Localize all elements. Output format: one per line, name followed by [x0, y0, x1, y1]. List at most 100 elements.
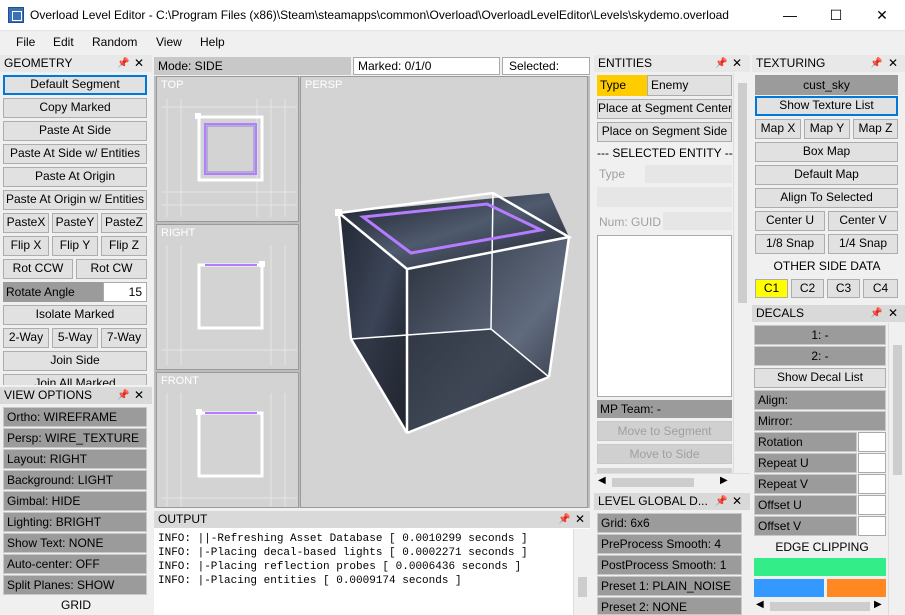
menu-edit[interactable]: Edit [53, 35, 74, 49]
decals-hscrollbar[interactable]: ◀ ▶ [752, 598, 888, 615]
menu-help[interactable]: Help [200, 35, 225, 49]
maximize-button[interactable]: ☐ [813, 0, 859, 31]
pin-icon[interactable]: 📌 [558, 511, 570, 528]
decal-repeat-u-input[interactable] [858, 453, 886, 473]
postprocess-smooth-button[interactable]: PostProcess Smooth: 1 [597, 555, 742, 575]
grid-size-button[interactable]: Grid: 6x6 [597, 513, 742, 533]
two-way-button[interactable]: 2-Way [3, 328, 49, 348]
top-viewport[interactable]: TOP [156, 76, 299, 222]
view-option-ortho[interactable]: Ortho: WIREFRAME [3, 407, 147, 427]
close-icon[interactable]: ✕ [134, 55, 144, 72]
default-segment-button[interactable]: Default Segment [3, 75, 147, 95]
decal-align-field[interactable]: Align: [754, 390, 886, 410]
place-segment-center-button[interactable]: Place at Segment Center [597, 99, 732, 119]
menu-view[interactable]: View [156, 35, 182, 49]
pin-icon[interactable]: 📌 [117, 387, 129, 404]
preset-2-button[interactable]: Preset 2: NONE [597, 597, 742, 615]
scroll-left-icon[interactable]: ◀ [598, 475, 606, 486]
map-z-button[interactable]: Map Z [853, 119, 898, 139]
map-y-button[interactable]: Map Y [804, 119, 850, 139]
scroll-thumb[interactable] [738, 83, 747, 303]
view-option-show-text[interactable]: Show Text: NONE [3, 533, 147, 553]
right-viewport[interactable]: RIGHT [156, 224, 299, 370]
paste-z-button[interactable]: PasteZ [101, 213, 147, 233]
move-to-segment-button[interactable]: Move to Segment [597, 421, 732, 441]
flip-z-button[interactable]: Flip Z [101, 236, 147, 256]
entities-hscrollbar[interactable]: ◀ ▶ [594, 473, 750, 490]
flip-x-button[interactable]: Flip X [3, 236, 49, 256]
preset-1-button[interactable]: Preset 1: PLAIN_NOISE [597, 576, 742, 596]
preprocess-smooth-button[interactable]: PreProcess Smooth: 4 [597, 534, 742, 554]
close-icon[interactable]: ✕ [134, 387, 144, 404]
center-u-button[interactable]: Center U [755, 211, 825, 231]
join-side-button[interactable]: Join Side [3, 351, 147, 371]
edge-clip-all-button[interactable] [754, 558, 886, 576]
join-all-marked-button[interactable]: Join All Marked [3, 374, 147, 385]
close-icon[interactable]: ✕ [732, 55, 742, 72]
decal-rotation-input[interactable] [858, 432, 886, 452]
decal-offset-v-input[interactable] [858, 516, 886, 536]
rotate-angle-input[interactable]: 15 [103, 282, 147, 302]
edge-clip-left-button[interactable] [754, 579, 824, 597]
place-segment-side-button[interactable]: Place on Segment Side [597, 122, 732, 142]
pin-icon[interactable]: 📌 [715, 493, 727, 510]
c2-button[interactable]: C2 [791, 279, 824, 298]
rot-ccw-button[interactable]: Rot CCW [3, 259, 73, 279]
entities-scrollbar[interactable] [733, 73, 750, 491]
guid-field[interactable] [663, 212, 732, 230]
paste-x-button[interactable]: PasteX [3, 213, 49, 233]
snap-quarter-button[interactable]: 1/4 Snap [828, 234, 898, 254]
c1-button[interactable]: C1 [755, 279, 788, 298]
entity-properties-list[interactable] [597, 235, 732, 397]
pin-icon[interactable]: 📌 [870, 305, 882, 322]
mp-team-field[interactable]: MP Team: - [597, 400, 732, 418]
decal-mirror-field[interactable]: Mirror: [754, 411, 886, 431]
close-icon[interactable]: ✕ [888, 55, 898, 72]
view-option-layout[interactable]: Layout: RIGHT [3, 449, 147, 469]
scroll-right-icon[interactable]: ▶ [720, 475, 728, 486]
perspective-viewport[interactable]: PERSP [300, 76, 588, 508]
selected-entity-type-field[interactable] [645, 165, 732, 183]
rot-cw-button[interactable]: Rot CW [76, 259, 147, 279]
scroll-thumb[interactable] [578, 577, 587, 597]
paste-at-side-button[interactable]: Paste At Side [3, 121, 147, 141]
paste-at-side-entities-button[interactable]: Paste At Side w/ Entities [3, 144, 147, 164]
menu-file[interactable]: File [16, 35, 35, 49]
pin-icon[interactable]: 📌 [870, 55, 882, 72]
decal-repeat-v-input[interactable] [858, 474, 886, 494]
view-option-split-planes[interactable]: Split Planes: SHOW [3, 575, 147, 595]
front-viewport[interactable]: FRONT [156, 372, 299, 508]
scroll-left-icon[interactable]: ◀ [756, 599, 764, 610]
decal-slot-2[interactable]: 2: - [754, 346, 886, 366]
view-option-persp[interactable]: Persp: WIRE_TEXTURE [3, 428, 147, 448]
seven-way-button[interactable]: 7-Way [101, 328, 147, 348]
scroll-thumb[interactable] [612, 478, 694, 487]
scroll-thumb[interactable] [770, 602, 870, 611]
scroll-right-icon[interactable]: ▶ [874, 599, 882, 610]
center-v-button[interactable]: Center V [828, 211, 898, 231]
copy-marked-button[interactable]: Copy Marked [3, 98, 147, 118]
scroll-thumb[interactable] [893, 345, 902, 475]
texture-name-field[interactable]: cust_sky [755, 75, 898, 95]
pin-icon[interactable]: 📌 [117, 55, 129, 72]
c4-button[interactable]: C4 [863, 279, 898, 298]
c3-button[interactable]: C3 [827, 279, 860, 298]
selected-entity-subtype-field[interactable] [597, 187, 732, 207]
align-to-selected-button[interactable]: Align To Selected [755, 188, 898, 208]
paste-y-button[interactable]: PasteY [52, 213, 98, 233]
entity-type-dropdown[interactable]: Enemy [647, 75, 732, 96]
decal-offset-u-input[interactable] [858, 495, 886, 515]
snap-eighth-button[interactable]: 1/8 Snap [755, 234, 825, 254]
default-map-button[interactable]: Default Map [755, 165, 898, 185]
close-icon[interactable]: ✕ [888, 305, 898, 322]
isolate-marked-button[interactable]: Isolate Marked [3, 305, 147, 325]
flip-y-button[interactable]: Flip Y [52, 236, 98, 256]
five-way-button[interactable]: 5-Way [52, 328, 98, 348]
output-scrollbar[interactable] [573, 529, 590, 615]
close-button[interactable]: ✕ [859, 0, 905, 31]
view-option-lighting[interactable]: Lighting: BRIGHT [3, 512, 147, 532]
close-icon[interactable]: ✕ [732, 493, 742, 510]
edge-clip-right-button[interactable] [827, 579, 886, 597]
view-option-auto-center[interactable]: Auto-center: OFF [3, 554, 147, 574]
map-x-button[interactable]: Map X [755, 119, 801, 139]
